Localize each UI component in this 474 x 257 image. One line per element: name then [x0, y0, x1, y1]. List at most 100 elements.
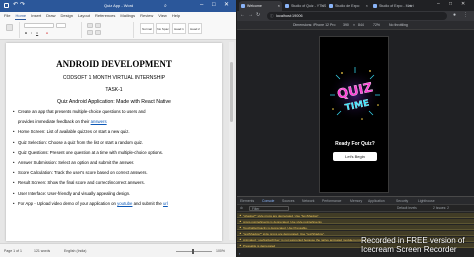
list-item-text: Answer Submission: Select an option and … [18, 160, 135, 165]
forward-icon[interactable]: → [248, 12, 253, 18]
word-window-title: Quiz App - Word [104, 3, 134, 8]
chrome-window: Welcome×Studio of Quiz - YTNS - Chr×Stud… [237, 0, 474, 257]
maximize-icon[interactable]: □ [449, 1, 452, 7]
info-icon[interactable]: ⓘ [270, 14, 274, 19]
browser-tab[interactable]: Studio of Quiz - YTNS - Chr× [283, 1, 326, 11]
word-count[interactable]: 121 words [34, 249, 50, 253]
recorder-watermark: Recorded in FREE version of Icecream Scr… [361, 236, 471, 254]
search-icon[interactable]: ⌕ [164, 3, 167, 9]
throttle-select[interactable]: No throttling [389, 23, 408, 27]
issues-count[interactable]: 2 Issues: 2 [433, 206, 449, 210]
close-icon[interactable]: ✕ [461, 1, 465, 7]
style-tile[interactable]: No Spac [156, 23, 170, 34]
device-zoom[interactable]: 72% [373, 23, 380, 27]
zoom-slider-knob[interactable] [192, 249, 194, 254]
save-icon[interactable] [4, 3, 9, 8]
redo-icon[interactable]: ↷ [20, 1, 25, 8]
align-center-icon[interactable] [95, 30, 101, 35]
back-icon[interactable]: ← [240, 12, 245, 18]
devtools-tab-network[interactable]: Network [302, 199, 314, 203]
devtools-tab-memory[interactable]: Memory [350, 199, 362, 203]
console-prompt[interactable]: › [239, 251, 240, 256]
ribbon-tab-view[interactable]: View [158, 13, 167, 20]
ribbon-tab-home[interactable]: Home [15, 13, 27, 20]
page-count[interactable]: Page 1 of 1 [4, 249, 22, 253]
zoom-slider[interactable] [176, 251, 212, 252]
bold-icon[interactable]: B [25, 31, 27, 35]
ribbon-tab-help[interactable]: Help [172, 13, 180, 20]
quiz-time-logo: QUIZ TIME [328, 67, 382, 122]
font-color-icon[interactable]: A [46, 31, 48, 35]
browser-tab[interactable]: Studio de Expo × [327, 1, 370, 11]
doc-list-item: Home Screen: List of available quizzes o… [13, 129, 218, 134]
console-toolbar: ⊘ Filter Default levels 2 Issues: 2 [237, 205, 474, 212]
language-indicator[interactable]: English (India) [64, 249, 86, 253]
style-tile[interactable]: Head 2 [188, 23, 202, 34]
ribbon-tab-review[interactable]: Review [140, 13, 153, 20]
ribbon-tab-design[interactable]: Design [60, 13, 72, 20]
document-page[interactable]: ANDROID DEVELOPMENT CODSOFT 1 MONTH VIRT… [6, 43, 222, 241]
italic-icon[interactable]: I [31, 31, 32, 35]
close-icon[interactable]: ✕ [224, 2, 229, 8]
device-height[interactable]: 844 [358, 23, 364, 27]
console-warning[interactable]: TouchableOpacity is deprecated. Use Pres… [237, 225, 474, 230]
devtools-tab-console[interactable]: Console [262, 199, 274, 203]
menu-icon[interactable]: ⋮ [463, 12, 468, 18]
address-bar[interactable]: ⓘ localhost:19006 [267, 12, 447, 20]
bullets-icon[interactable] [87, 23, 93, 28]
ribbon-tab-references[interactable]: References [95, 13, 115, 20]
console-warning[interactable]: props.pointerEvents is deprecated. Use s… [237, 219, 474, 224]
maximize-icon[interactable]: □ [212, 2, 216, 8]
clear-console-icon[interactable]: ⊘ [240, 206, 243, 210]
ribbon-tab-insert[interactable]: Insert [31, 13, 41, 20]
device-select[interactable]: Dimensions: iPhone 12 Pro [293, 23, 335, 27]
align-left-icon[interactable] [87, 30, 93, 35]
profile-icon[interactable]: ● [453, 12, 456, 18]
numbering-icon[interactable] [95, 23, 101, 28]
device-width[interactable]: 390 [343, 23, 349, 27]
devtools-tab-security[interactable]: Security [396, 199, 408, 203]
minimize-icon[interactable]: – [437, 1, 440, 7]
doc-hyperlink[interactable]: youtube [117, 201, 132, 206]
word-window: ↶ ↷ Quiz App - Word ⌕ – □ ✕ File Home Inse… [0, 0, 236, 257]
devtools-tab-performance[interactable]: Performance [322, 199, 341, 203]
doc-hyperlink[interactable]: answers [91, 119, 107, 124]
favicon-icon [241, 4, 245, 8]
font-size-field[interactable] [56, 23, 66, 28]
ribbon-tab-mailings[interactable]: Mailings [120, 13, 135, 20]
console-filter-input[interactable]: Filter [249, 206, 289, 211]
vertical-scrollbar[interactable] [229, 42, 234, 240]
undo-icon[interactable]: ↶ [13, 1, 18, 8]
style-tile[interactable]: Normal [140, 23, 154, 34]
browser-tab-label: Welcome [247, 4, 262, 8]
scrollbar-thumb[interactable] [230, 62, 233, 122]
close-tab-icon[interactable]: × [278, 3, 280, 8]
close-tab-icon[interactable]: × [322, 3, 324, 8]
devtools-tab-application[interactable]: Application [368, 199, 385, 203]
minimize-icon[interactable]: – [200, 2, 203, 8]
log-levels-select[interactable]: Default levels [397, 206, 417, 210]
console-warning[interactable]: "shadow*" style props are deprecated. Us… [237, 213, 474, 218]
begin-button[interactable]: Let's Begin [333, 152, 377, 161]
ribbon-tab-draw[interactable]: Draw [46, 13, 55, 20]
devtools-tab-sources[interactable]: Sources [282, 199, 294, 203]
favicon-icon [329, 4, 333, 8]
close-tab-icon[interactable]: × [366, 3, 368, 8]
underline-icon[interactable]: U [36, 31, 38, 35]
devtools-tab-elements[interactable]: Elements [240, 199, 254, 203]
close-tab-icon[interactable]: × [410, 3, 412, 8]
style-tile[interactable]: Head 1 [172, 23, 186, 34]
ribbon-tab-file[interactable]: File [4, 13, 10, 20]
doc-list-item: provides immediate feedback on their ans… [18, 119, 218, 124]
ribbon-tab-layout[interactable]: Layout [78, 13, 90, 20]
ready-prompt: Ready For Quiz? [335, 141, 375, 147]
list-item-text: Create an app that presents multiple-cho… [18, 109, 146, 114]
devtools-tab-lighthouse[interactable]: Lighthouse [418, 199, 435, 203]
browser-tab[interactable]: Welcome × [239, 1, 282, 11]
doc-hyperlink[interactable]: url [163, 201, 168, 206]
font-name-field[interactable] [24, 23, 54, 28]
zoom-level[interactable]: 100% [216, 249, 225, 253]
paste-icon[interactable] [6, 24, 13, 31]
browser-tab[interactable]: Studio of Expo - Matri Roa× [371, 1, 414, 11]
reload-icon[interactable]: ↻ [256, 12, 260, 18]
